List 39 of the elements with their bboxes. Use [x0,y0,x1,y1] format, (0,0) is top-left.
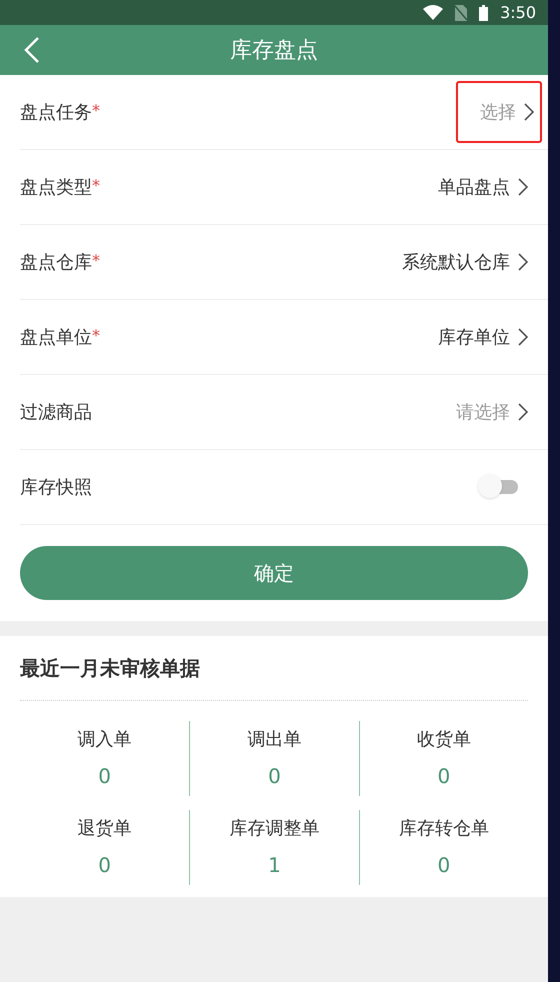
document-count: 0 [437,763,450,790]
chevron-right-icon [518,328,528,346]
toggle-switch[interactable] [478,474,518,500]
chevron-right-icon [518,403,528,421]
required-asterisk: * [92,175,100,197]
required-asterisk: * [92,100,100,122]
no-sim-icon [455,4,468,20]
field-label: 过滤商品 [20,400,92,424]
document-count: 0 [98,852,112,879]
battery-icon [479,4,488,20]
required-asterisk: * [92,325,100,347]
required-asterisk: * [92,250,100,272]
document-type: 调入单 [78,728,132,752]
document-count: 1 [268,852,281,879]
field-label: 盘点单位 [20,326,92,350]
select-field[interactable]: 库存单位 [438,324,528,350]
confirm-button[interactable]: 确定 [20,546,528,600]
document-type: 收货单 [416,728,471,752]
chevron-right-icon [518,253,528,271]
status-time: 3:50 [500,2,536,24]
section-title: 最近一月未审核单据 [20,655,200,682]
select-field[interactable]: 单品盘点 [438,174,528,200]
document-count: 0 [98,763,112,790]
document-type: 库存转仓单 [398,817,489,841]
back-icon[interactable] [24,37,40,63]
page-title: 库存盘点 [230,36,318,64]
document-type: 调出单 [247,728,302,752]
document-type: 库存调整单 [229,817,320,841]
document-count: 0 [268,763,281,790]
select-field[interactable]: 系统默认仓库 [402,248,528,276]
chevron-right-icon [524,103,534,121]
field-label: 盘点类型 [20,176,92,200]
wifi-icon [423,5,444,20]
document-type: 退货单 [78,817,132,841]
field-label: 盘点仓库 [20,250,92,274]
field-label: 库存快照 [20,476,92,500]
chevron-right-icon [518,178,528,196]
document-count: 0 [437,852,450,879]
field-label: 盘点任务 [20,100,92,124]
